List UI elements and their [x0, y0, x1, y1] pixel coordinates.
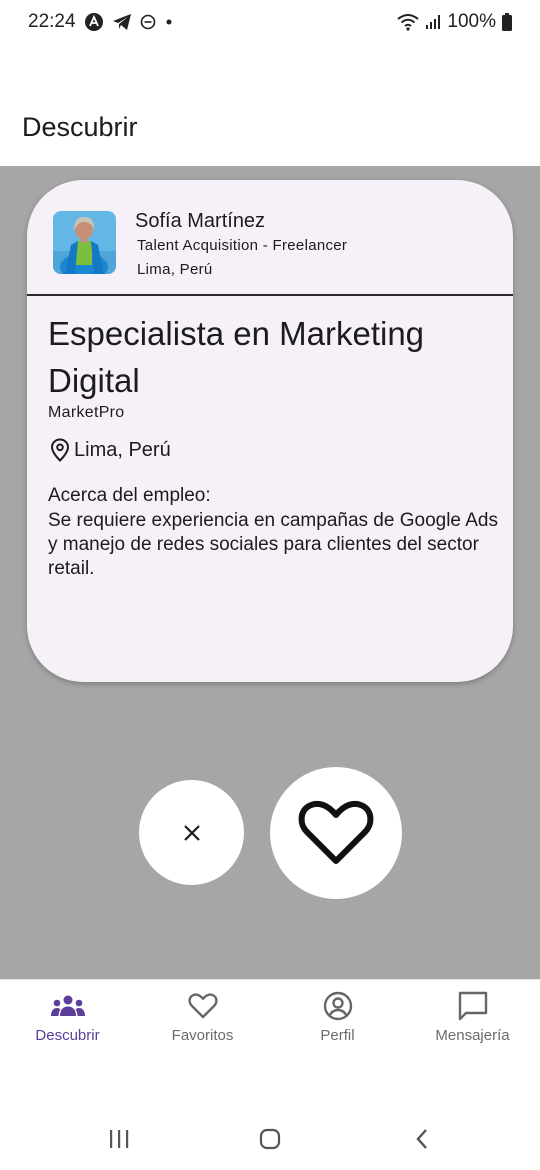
people-icon — [50, 989, 86, 1023]
page-title: Descubrir — [22, 112, 138, 142]
account-circle-icon — [323, 989, 353, 1023]
nav-item-mensajeria[interactable]: Mensajería — [405, 980, 540, 1069]
nav-label-mensajeria: Mensajería — [435, 1027, 510, 1044]
company-name: MarketPro — [48, 404, 125, 421]
job-location-label: Lima, Perú — [74, 438, 171, 461]
nav-label-perfil: Perfil — [320, 1027, 355, 1044]
status-bar: 22:24 100% — [0, 0, 540, 44]
battery-percent: 100% — [447, 11, 496, 32]
app-bar: Descubrir — [0, 44, 540, 166]
nav-label-descubrir: Descubrir — [35, 1027, 100, 1044]
home-icon — [259, 1128, 281, 1150]
job-title: Especialista en Marketing Digital — [48, 315, 425, 399]
reject-button[interactable] — [139, 780, 244, 885]
bottom-navigation: Descubrir Favoritos Perfil Mensajería — [0, 979, 540, 1069]
poster-name: Sofía Martínez — [135, 210, 266, 232]
home-button[interactable] — [250, 1124, 290, 1154]
poster-location: Lima, Perú — [137, 261, 213, 278]
wifi-icon — [397, 13, 420, 31]
like-button[interactable] — [270, 767, 402, 899]
heart-icon — [298, 799, 374, 867]
signal-icon — [425, 14, 441, 30]
about-label: Acerca del empleo: — [48, 485, 211, 506]
discover-area: Sofía Martínez Talent Acquisition - Free… — [0, 166, 540, 979]
about-text: Se requiere experiencia en campañas de G… — [48, 510, 498, 579]
app-notification-icon — [84, 12, 104, 32]
back-icon — [415, 1128, 429, 1150]
status-time: 22:24 — [28, 11, 76, 32]
notification-dot-icon — [164, 17, 174, 27]
job-card[interactable]: Sofía Martínez Talent Acquisition - Free… — [27, 180, 513, 682]
avatar — [53, 211, 116, 274]
nav-item-favoritos[interactable]: Favoritos — [135, 980, 270, 1069]
battery-icon — [502, 13, 512, 31]
nav-item-descubrir[interactable]: Descubrir — [0, 980, 135, 1069]
poster-header: Sofía Martínez Talent Acquisition - Free… — [27, 180, 513, 296]
recent-apps-button[interactable] — [99, 1124, 139, 1154]
job-location: Lima, Perú — [50, 438, 171, 462]
telegram-icon — [112, 13, 132, 31]
close-icon — [183, 824, 201, 842]
chat-icon — [458, 989, 488, 1023]
heart-outline-icon — [187, 989, 218, 1023]
location-pin-icon — [50, 438, 70, 462]
nav-label-favoritos: Favoritos — [171, 1027, 234, 1044]
do-not-disturb-icon — [140, 14, 156, 30]
nav-item-perfil[interactable]: Perfil — [270, 980, 405, 1069]
system-navigation-bar — [0, 1110, 540, 1170]
recent-apps-icon — [108, 1129, 130, 1149]
back-button[interactable] — [402, 1124, 442, 1154]
poster-role: Talent Acquisition - Freelancer — [137, 237, 348, 254]
